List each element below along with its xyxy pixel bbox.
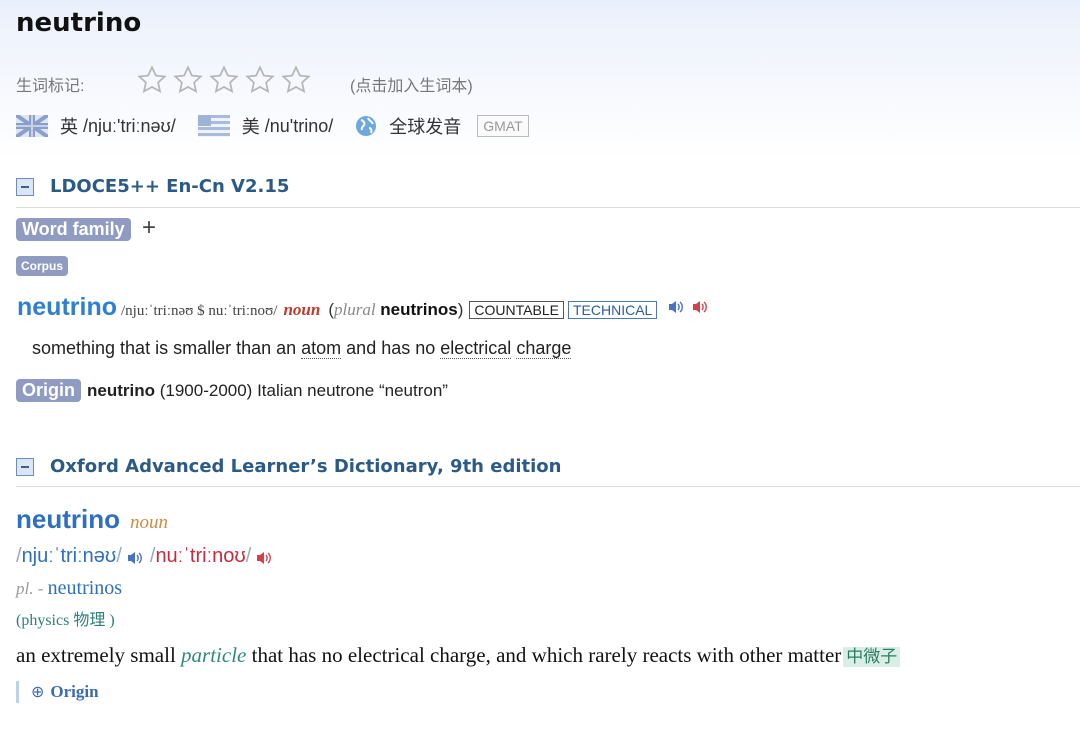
star-icon[interactable] — [208, 64, 240, 96]
ldoce-definition: something that is smaller than an atom a… — [32, 338, 572, 359]
us-ipa: /nu'trino/ — [264, 115, 334, 136]
ipa-slash: / — [116, 545, 122, 567]
speaker-icon[interactable] — [667, 299, 685, 315]
page-title: neutrino — [16, 8, 142, 38]
plural-form: neutrinos — [47, 577, 123, 599]
uk-label: 英 — [60, 117, 78, 137]
star-icon[interactable] — [244, 64, 276, 96]
plural-label: plural — [334, 300, 376, 319]
origin-text: (1900-2000) Italian neutrone “neutron” — [155, 381, 448, 400]
us-flag-icon[interactable] — [197, 115, 230, 137]
ldoce-section-title: LDOCE5++ En-Cn V2.15 — [50, 176, 290, 197]
star-icon[interactable] — [136, 64, 168, 96]
oxford-plural: pl. - neutrinos — [16, 577, 122, 600]
speaker-icon[interactable] — [126, 549, 144, 565]
ldoce-section-header[interactable]: LDOCE5++ En-Cn V2.15 — [16, 176, 289, 197]
add-to-wordbook-hint[interactable]: (点击加入生词本) — [350, 72, 473, 96]
oxford-section-title: Oxford Advanced Learner’s Dictionary, 9t… — [50, 456, 562, 477]
section-divider — [16, 486, 1080, 487]
uk-flag-icon[interactable] — [14, 113, 50, 139]
corpus-button[interactable]: Corpus — [16, 256, 68, 276]
oxford-pronunciations: / njuːˈtriːnəʊ / / nuːˈtriːnoʊ / — [16, 545, 279, 568]
link-particle[interactable]: particle — [181, 643, 246, 667]
oxford-entry-head: neutrino noun — [16, 504, 168, 535]
link-atom[interactable]: atom — [301, 338, 342, 359]
word-family-expand-toggle[interactable]: + — [142, 214, 156, 242]
chinese-translation: 中微子 — [843, 647, 901, 667]
oxford-origin-toggle[interactable]: ⊕ Origin — [16, 681, 99, 703]
star-rating[interactable] — [136, 64, 312, 96]
wordbook-mark-label: 生词标记: — [16, 78, 85, 95]
plural-form: neutrinos — [380, 300, 458, 319]
oxford-headword: neutrino — [16, 504, 120, 534]
oxford-pos: noun — [130, 512, 168, 533]
ipa-slash: / — [245, 545, 252, 567]
exam-tag-gmat: GMAT — [477, 115, 529, 137]
ldoce-headword: neutrino — [17, 293, 117, 321]
ldoce-plural: (plural neutrinos) — [328, 300, 463, 320]
ldoce-pos: noun — [283, 300, 321, 319]
grammar-tag-countable: COUNTABLE — [469, 301, 564, 319]
star-icon[interactable] — [172, 64, 204, 96]
expand-circle-icon[interactable]: ⊕ — [31, 682, 44, 702]
origin-word: neutrino — [87, 381, 155, 400]
oxford-us-ipa: nuːˈtriːnoʊ — [155, 545, 246, 567]
pronunciation-bar: 英 /njuː'triːnəʊ/ 美 /nu'trino/ 全球发音 GMAT — [14, 113, 529, 139]
def-text: that has no electrical charge, and which… — [246, 643, 842, 667]
star-icon[interactable] — [280, 64, 312, 96]
register-tag-technical: TECHNICAL — [567, 301, 658, 319]
minus-box-icon[interactable] — [16, 177, 34, 196]
minus-box-icon[interactable] — [16, 457, 34, 476]
def-text: and has no — [341, 338, 441, 358]
plural-dash: - — [33, 579, 48, 598]
link-charge[interactable]: charge — [516, 338, 572, 359]
origin-label[interactable]: Origin — [50, 682, 98, 702]
link-electrical[interactable]: electrical — [440, 338, 512, 359]
global-pronunciation-link[interactable]: 全球发音 — [389, 113, 461, 139]
def-text: an extremely small — [16, 643, 182, 667]
paren-close: ) — [457, 300, 464, 319]
ldoce-ipa: /njuːˈtriːnəʊ $ nuːˈtriːnoʊ/ — [121, 303, 278, 319]
origin-badge[interactable]: Origin — [16, 379, 81, 402]
ldoce-entry-head: neutrino /njuːˈtriːnəʊ $ nuːˈtriːnoʊ/ no… — [17, 293, 709, 322]
uk-ipa: /njuː'triːnəʊ/ — [83, 115, 176, 136]
plural-abbr: pl. — [16, 579, 34, 598]
speaker-icon[interactable] — [691, 299, 709, 315]
globe-icon[interactable] — [355, 115, 377, 137]
speaker-icon[interactable] — [255, 549, 273, 565]
section-divider — [16, 207, 1080, 208]
oxford-br-ipa: njuːˈtriːnəʊ — [21, 545, 117, 567]
def-text: something that is smaller than an — [32, 338, 302, 358]
us-label: 美 — [241, 117, 260, 137]
word-family-button[interactable]: Word family — [16, 218, 131, 241]
oxford-definition: an extremely small particle that has no … — [16, 642, 901, 668]
oxford-section-header[interactable]: Oxford Advanced Learner’s Dictionary, 9t… — [16, 456, 561, 477]
ldoce-origin: Origin neutrino (1900-2000) Italian neutr… — [16, 379, 448, 402]
subject-label: (physics 物理 ) — [16, 612, 115, 629]
